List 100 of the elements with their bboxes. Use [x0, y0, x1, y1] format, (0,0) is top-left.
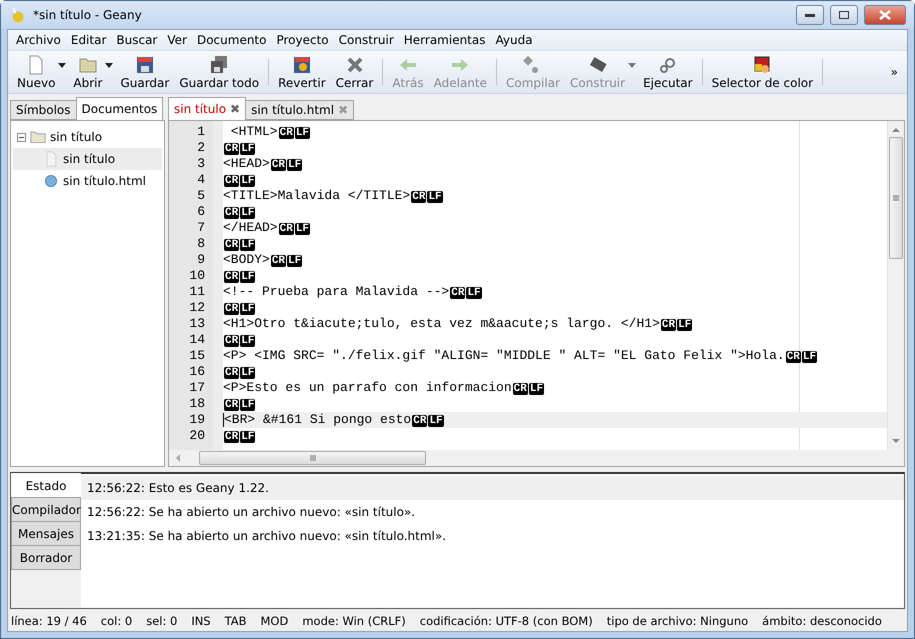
message-row[interactable]: 12:56:22: Se ha abierto un archivo nuevo: «sin título». [81, 500, 904, 524]
line-ending-marker: LF [240, 271, 256, 283]
message-row[interactable]: 12:56:22: Esto es Geany 1.22. [81, 476, 904, 500]
tree-item[interactable]: sin título [13, 126, 162, 148]
close-icon[interactable]: ✖ [230, 102, 240, 116]
message-tab[interactable]: Borrador [11, 545, 81, 570]
collapse-icon[interactable] [17, 132, 26, 142]
horizontal-scrollbar[interactable] [169, 450, 904, 466]
line-ending-marker: LF [240, 367, 256, 379]
line-ending-marker: LF [802, 351, 818, 363]
menu-item[interactable]: Ayuda [490, 33, 538, 47]
line-number: 1 [196, 124, 206, 140]
menu-item[interactable]: Documento [192, 33, 272, 47]
line-ending-marker: LF [287, 159, 302, 171]
line-number: 18 [188, 396, 206, 412]
line-number: 11 [188, 284, 206, 300]
toolbar-button[interactable]: Ejecutar [638, 54, 698, 90]
line-number: 6 [196, 204, 206, 220]
window-title: *sin título - Geany [33, 8, 143, 22]
message-tab[interactable]: Estado [11, 473, 81, 498]
line-ending-marker: CR [786, 351, 801, 363]
line-ending-marker: LF [294, 223, 310, 235]
line-ending-marker: CR [224, 335, 240, 347]
line-ending-marker: LF [240, 207, 256, 219]
toolbar-button[interactable]: Guardar [115, 54, 174, 90]
color-picker-icon [752, 54, 772, 74]
dropdown-caret-icon[interactable] [58, 62, 66, 68]
toolbar-button[interactable]: Selector de color [706, 54, 818, 90]
grip-icon [310, 455, 316, 461]
toolbar-button[interactable]: Abrir [68, 54, 108, 90]
line-ending-marker: LF [240, 175, 256, 187]
document-tab[interactable]: sin título ✖ [168, 97, 246, 120]
tree-item[interactable]: sin título.html [13, 170, 162, 192]
line-ending-marker: LF [294, 127, 310, 139]
line-ending-marker: CR [278, 127, 294, 139]
code-line: <P>Esto es un parrafo con informacion [223, 380, 512, 395]
menu-item[interactable]: Herramientas [398, 33, 490, 47]
menu-item[interactable]: Editar [66, 33, 112, 47]
document-tab[interactable]: sin título.html ✖ [245, 100, 354, 120]
toolbar-button[interactable]: Cerrar [330, 54, 378, 90]
line-number: 7 [196, 220, 206, 236]
line-ending-marker: CR [411, 191, 426, 203]
scrollbar-thumb[interactable] [199, 451, 426, 465]
maximize-icon [839, 11, 849, 19]
text-cursor [223, 412, 224, 427]
line-ending-marker: LF [240, 239, 256, 251]
line-number: 8 [196, 236, 206, 252]
floppy-disks-icon [209, 54, 230, 74]
message-tab[interactable]: Compilador [11, 497, 81, 522]
vertical-scrollbar[interactable] [887, 121, 904, 450]
message-tab[interactable]: Mensajes [11, 521, 81, 546]
line-ending-marker: LF [466, 287, 482, 299]
status-item: col: 0 [100, 614, 132, 628]
maximize-button[interactable] [830, 5, 858, 25]
line-ending-marker: LF [428, 415, 444, 427]
grip-icon [893, 195, 899, 201]
menu-item[interactable]: Construir [334, 33, 399, 47]
message-row[interactable]: 13:21:35: Se ha abierto un archivo nuevo: «sin título.html». [81, 524, 904, 548]
close-icon [879, 10, 891, 20]
line-number: 20 [188, 428, 206, 444]
line-ending-marker: CR [224, 431, 240, 443]
toolbar-button[interactable]: Nuevo [12, 54, 60, 90]
menu-item[interactable]: Ver [162, 33, 192, 47]
line-ending-marker: CR [450, 287, 466, 299]
scroll-left-icon [175, 454, 181, 462]
line-number: 17 [188, 380, 206, 396]
line-number: 15 [188, 348, 206, 364]
sidebar-tab[interactable]: Símbolos [10, 100, 77, 120]
status-item: mode: Win (CRLF) [302, 614, 406, 628]
scrollbar-thumb[interactable] [889, 137, 903, 259]
code-line: <HEAD> [223, 156, 270, 171]
menu-item[interactable]: Buscar [111, 33, 162, 47]
status-item: INS [191, 614, 211, 628]
line-number: 14 [188, 332, 206, 348]
line-number: 4 [196, 172, 206, 188]
status-item: tipo de archivo: Ninguno [606, 614, 748, 628]
line-ending-marker: CR [412, 415, 428, 427]
line-ending-marker: LF [240, 431, 256, 443]
line-ending-marker: CR [660, 319, 676, 331]
status-item: ámbito: desconocido [762, 614, 882, 628]
line-ending-marker: CR [270, 255, 286, 267]
code-editor[interactable] [169, 121, 887, 450]
code-line: <BR> &#161 Si pongo esto [224, 412, 412, 427]
sidebar-tab[interactable]: Documentos [76, 97, 164, 120]
menu-item[interactable]: Proyecto [271, 33, 334, 47]
line-ending-marker: CR [278, 223, 294, 235]
toolbar-button[interactable]: Guardar todo [174, 54, 264, 90]
overflow-button[interactable]: » [886, 65, 903, 79]
minimize-button[interactable] [796, 5, 824, 25]
line-ending-marker: CR [224, 175, 240, 187]
close-button[interactable] [864, 5, 906, 25]
menu-item[interactable]: Archivo [11, 33, 66, 47]
toolbar-button[interactable]: Revertir [273, 54, 331, 90]
tree-item[interactable]: sin título [13, 148, 162, 170]
line-ending-marker: CR [270, 159, 286, 171]
line-number: 9 [196, 252, 206, 268]
line-ending-marker: LF [240, 335, 256, 347]
line-ending-marker: LF [287, 255, 302, 267]
line-number: 16 [188, 364, 206, 380]
dropdown-caret-icon[interactable] [105, 62, 114, 68]
